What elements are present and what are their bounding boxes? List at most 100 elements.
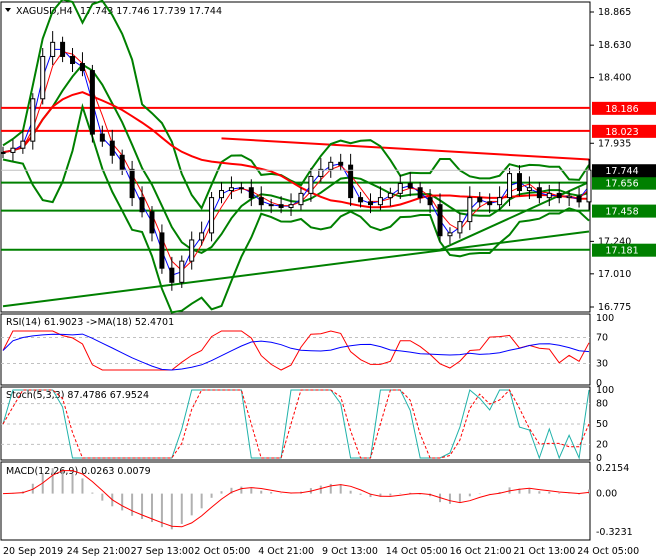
collapse-triangle-icon[interactable] — [5, 8, 11, 12]
candle-body — [0, 151, 6, 154]
level-label: 17.656 — [605, 179, 638, 190]
rsi-line — [2, 330, 590, 371]
candle-body — [179, 260, 185, 283]
candle-body — [248, 187, 254, 199]
candle-body — [457, 221, 463, 234]
price-tick-label: 18.865 — [598, 7, 631, 18]
stoch-tick-label: 80 — [596, 399, 608, 410]
price-tick-label: 17.935 — [598, 138, 631, 149]
time-label: 4 Oct 21:00 — [258, 546, 314, 557]
time-label: 24 Oct 05:00 — [577, 546, 639, 557]
candle-body — [278, 204, 284, 208]
candle-body — [79, 63, 85, 72]
chart-canvas[interactable]: XAGUSD,H4 17.743 17.746 17.739 17.744 RS… — [0, 0, 660, 560]
stoch-tick-label: 100 — [596, 385, 614, 396]
candle-body — [546, 192, 552, 199]
rsi-label: RSI(14) 61.9023 ->MA(18) 52.4701 — [6, 317, 174, 328]
price-tick-label: 18.630 — [598, 40, 631, 51]
candle-body — [427, 197, 433, 206]
candle-body — [407, 182, 413, 189]
candle-body — [268, 204, 274, 207]
candle-body — [40, 55, 46, 100]
candle-body — [526, 187, 532, 192]
candle-body — [288, 204, 294, 208]
level-label: 17.181 — [605, 246, 638, 257]
candle-body — [298, 192, 304, 206]
bollinger-lower — [2, 102, 590, 314]
candle-body — [437, 204, 443, 237]
time-label: 27 Sep 13:00 — [131, 546, 194, 557]
chart-window: XAGUSD,H4 17.743 17.746 17.739 17.744 RS… — [0, 0, 660, 560]
candle-body — [219, 190, 225, 199]
time-label: 24 Sep 21:00 — [67, 546, 130, 557]
candle-body — [387, 192, 393, 199]
rsi-tick-label: 70 — [596, 333, 608, 344]
candle-body — [308, 175, 314, 194]
price-tick-label: 17.010 — [598, 269, 631, 280]
candle-body — [159, 232, 165, 269]
candle-body — [20, 140, 26, 149]
candle-body — [129, 168, 135, 199]
rsi-tick-label: 100 — [596, 313, 614, 324]
price-panel-frame — [0, 1, 591, 313]
ohlc-label: 17.743 17.746 17.739 17.744 — [80, 6, 222, 17]
candle-body — [507, 173, 513, 199]
macd-tick-label: 0.00 — [596, 489, 617, 500]
level-label: 18.023 — [605, 127, 638, 138]
price-tick-label: 18.400 — [598, 73, 631, 84]
candle-body — [228, 187, 234, 192]
candle-body — [119, 154, 125, 170]
candle-body — [109, 140, 115, 156]
time-label: 9 Oct 13:00 — [322, 546, 378, 557]
candle-body — [417, 187, 423, 199]
macd-label: MACD(12,26,9) 0.0263 0.0079 — [6, 466, 151, 477]
candle-body — [30, 98, 36, 142]
candle-body — [238, 187, 244, 190]
candle-body — [447, 232, 453, 237]
macd-tick-label: 0.2154 — [596, 463, 629, 474]
macd-tick-label: -0.3231 — [596, 527, 633, 538]
candle-body — [89, 70, 95, 135]
candle-body — [50, 41, 56, 57]
candle-body — [189, 239, 195, 262]
time-label: 20 Sep 2019 — [3, 546, 63, 557]
candle-body — [477, 197, 483, 203]
candle-body — [497, 197, 503, 206]
candle-body — [586, 169, 592, 203]
candle-body — [258, 197, 264, 206]
candle-body — [139, 197, 145, 213]
time-label: 16 Oct 21:00 — [450, 546, 512, 557]
candle-body — [60, 41, 66, 57]
trendline — [221, 137, 590, 161]
stoch-label: Stoch(5,3,3) 87.4786 67.9524 — [6, 390, 149, 401]
rsi-ma-line — [2, 333, 590, 371]
candle-body — [70, 55, 76, 65]
candle-body — [10, 147, 16, 153]
time-label: 2 Oct 05:00 — [194, 546, 250, 557]
time-label: 14 Oct 05:00 — [386, 546, 448, 557]
level-label: 17.458 — [605, 207, 638, 218]
candle-body — [328, 161, 334, 170]
candle-body — [566, 195, 572, 199]
candle-body — [576, 195, 582, 203]
candle-body — [149, 211, 155, 234]
candle-body — [367, 201, 373, 206]
candle-body — [209, 197, 215, 234]
stoch-tick-label: 50 — [596, 419, 608, 430]
time-label: 21 Oct 13:00 — [513, 546, 575, 557]
candle-body — [377, 197, 383, 206]
rsi-tick-label: 30 — [596, 359, 608, 370]
stoch-tick-label: 20 — [596, 439, 608, 450]
candle-body — [536, 187, 542, 199]
level-label: 18.186 — [605, 104, 638, 115]
candle-body — [358, 197, 364, 203]
current-price-label: 17.744 — [605, 166, 638, 177]
symbol-label: XAGUSD,H4 — [16, 6, 73, 17]
macd-signal-line — [2, 470, 590, 528]
price-tick-label: 16.775 — [598, 302, 631, 313]
candle-body — [556, 192, 562, 199]
candle-body — [487, 201, 493, 206]
candle-body — [169, 267, 175, 283]
candle-body — [338, 161, 344, 166]
candle-body — [199, 232, 205, 241]
